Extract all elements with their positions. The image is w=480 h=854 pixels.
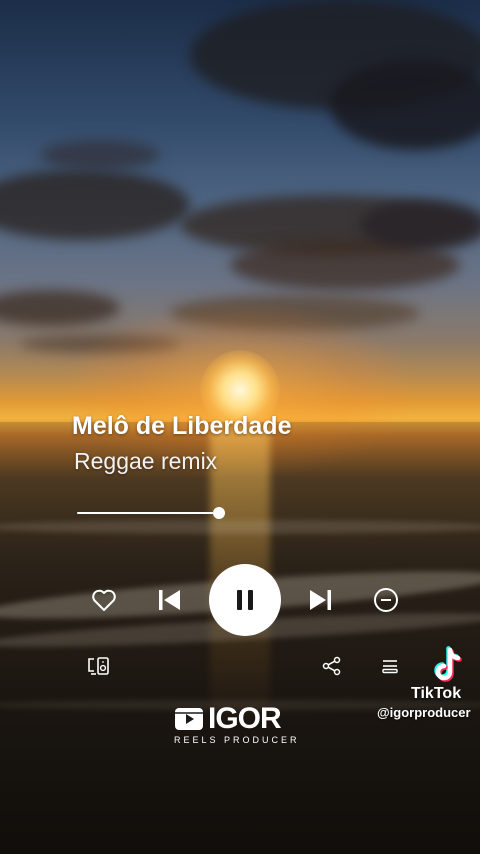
next-button[interactable] [306,586,336,614]
queue-button[interactable] [380,656,400,676]
queue-icon [382,660,398,674]
tiktok-icon [434,646,462,682]
song-subtitle: Reggae remix [74,448,218,474]
video-play-icon [175,708,203,730]
tiktok-logo [414,646,474,688]
progress-bar[interactable] [77,507,225,519]
progress-track [77,512,219,514]
tiktok-username: @igorproducer [377,705,471,720]
tiktok-wordmark: TikTok [411,685,462,702]
igor-logo: IGOR [174,702,282,735]
song-title: Melô de Liberdade [72,412,292,440]
pause-button[interactable] [209,564,281,636]
remove-button[interactable] [372,586,400,614]
pause-icon [237,590,253,610]
minus-circle-icon [374,588,398,612]
share-icon [322,656,341,676]
logo-tagline: REELS PRODUCER [174,735,300,745]
cast-device-icon [88,657,109,675]
skip-next-icon [310,590,331,610]
progress-thumb[interactable] [213,507,225,519]
logo-wordmark: IGOR [208,702,282,735]
screen: Melô de Liberdade Reggae remix TikTok @i… [0,0,480,854]
heart-icon [92,589,116,611]
share-button[interactable] [321,655,343,677]
cast-button[interactable] [86,654,112,678]
previous-button[interactable] [154,586,184,614]
like-button[interactable] [89,586,119,614]
skip-previous-icon [159,590,180,610]
